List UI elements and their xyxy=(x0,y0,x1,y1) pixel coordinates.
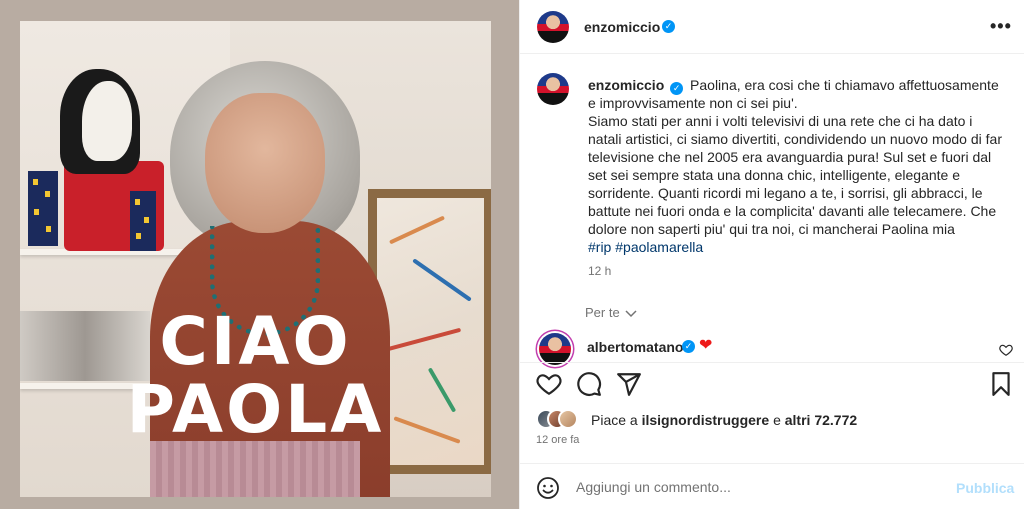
person xyxy=(150,441,360,497)
likes-summary[interactable]: Piace a ilsignordistruggere e altri 72.7… xyxy=(536,409,1016,433)
comment-username[interactable]: albertomatano xyxy=(587,339,683,355)
post-photo: CIAO PAOLA xyxy=(20,21,491,497)
hashtag-link[interactable]: #rip xyxy=(588,239,611,255)
image-caption-line1: CIAO xyxy=(159,303,352,380)
sculpture xyxy=(130,191,156,251)
comment-avatar[interactable] xyxy=(539,333,571,365)
caption: enzomiccio ✓ Paolina, era cosi che ti ch… xyxy=(588,76,1008,256)
image-caption-line2: PAOLA xyxy=(126,371,385,448)
verified-icon: ✓ xyxy=(662,20,675,33)
header-username[interactable]: enzomiccio xyxy=(584,19,660,35)
liker-avatar xyxy=(558,409,578,429)
verified-icon: ✓ xyxy=(682,340,695,353)
action-bar xyxy=(520,362,1024,402)
caption-time: 12 h xyxy=(588,264,612,278)
likes-text: Piace a ilsignordistruggere e altri 72.7… xyxy=(591,412,857,428)
avatar[interactable] xyxy=(537,11,569,43)
liker-username[interactable]: ilsignordistruggere xyxy=(642,412,770,428)
caption-avatar[interactable] xyxy=(537,73,569,105)
more-icon[interactable]: ••• xyxy=(990,16,1012,37)
emoji-icon[interactable] xyxy=(536,476,560,500)
comment-input[interactable] xyxy=(576,477,936,497)
publish-button[interactable]: Pubblica xyxy=(956,480,1014,496)
caption-text-body: Siamo stati per anni i volti televisivi … xyxy=(588,113,1002,237)
per-te-toggle[interactable]: Per te xyxy=(585,305,637,320)
likes-connector: e xyxy=(773,412,781,428)
top-comment: albertomatano ✓ ❤ xyxy=(534,330,1014,365)
sculpture xyxy=(82,81,132,161)
comment-icon[interactable] xyxy=(576,371,602,397)
likes-count[interactable]: altri 72.772 xyxy=(785,412,857,428)
post-media[interactable]: CIAO PAOLA xyxy=(0,0,519,509)
hashtag-link[interactable]: #paolamarella xyxy=(615,239,703,255)
post-sidebar: enzomiccio ✓ ••• enzomiccio ✓ Paolina, e… xyxy=(519,0,1024,509)
likes-prefix: Piace a xyxy=(591,412,638,428)
comment-like-icon[interactable] xyxy=(999,343,1013,357)
post-time: 12 ore fa xyxy=(536,434,580,446)
person xyxy=(205,93,325,233)
bookmark-icon[interactable] xyxy=(988,371,1014,397)
post-header: enzomiccio ✓ ••• xyxy=(520,0,1024,54)
sculpture xyxy=(28,171,58,246)
share-icon[interactable] xyxy=(616,371,642,397)
per-te-label: Per te xyxy=(585,305,620,320)
caption-username[interactable]: enzomiccio xyxy=(588,77,664,93)
comment-bar: Pubblica xyxy=(520,463,1024,509)
heart-icon[interactable] xyxy=(536,371,562,397)
heart-emoji: ❤ xyxy=(699,337,713,354)
chevron-down-icon xyxy=(625,310,637,317)
verified-icon: ✓ xyxy=(670,82,684,95)
